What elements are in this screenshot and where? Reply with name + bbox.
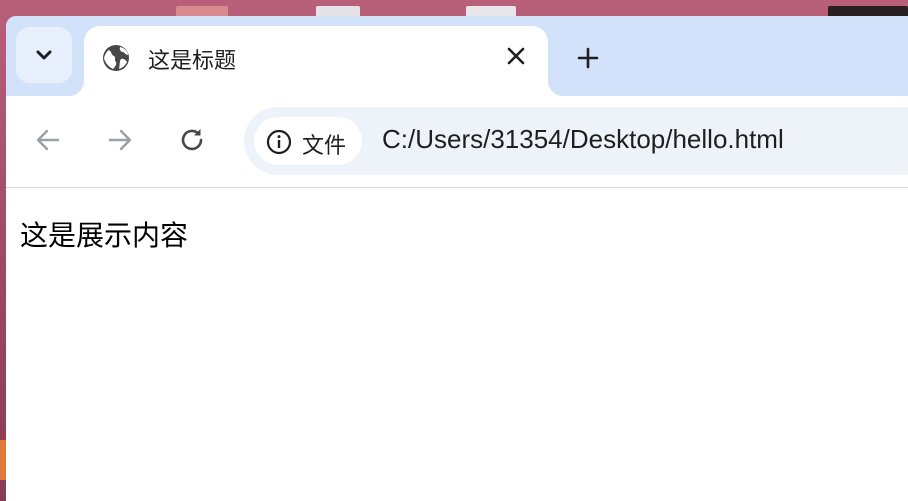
arrow-right-icon (108, 129, 132, 151)
tab-strip: 这是标题 (6, 16, 908, 96)
arrow-left-icon (36, 129, 60, 151)
address-bar[interactable]: 文件 C:/Users/31354/Desktop/hello.html (244, 107, 908, 175)
new-tab-button[interactable] (568, 38, 608, 78)
toolbar: 文件 C:/Users/31354/Desktop/hello.html (6, 96, 908, 188)
chevron-down-icon (36, 50, 52, 60)
tab-close-button[interactable] (500, 40, 532, 72)
reload-icon (181, 129, 203, 151)
tab-search-button[interactable] (16, 27, 72, 83)
page-body-text: 这是展示内容 (20, 219, 189, 252)
tab-active[interactable]: 这是标题 (68, 26, 564, 96)
site-info-chip[interactable]: 文件 (254, 117, 362, 165)
info-icon (266, 129, 292, 155)
reload-button[interactable] (170, 118, 214, 162)
plus-icon (577, 47, 599, 69)
site-info-label: 文件 (302, 134, 347, 159)
tab-title: 这是标题 (148, 49, 237, 74)
url-text[interactable]: C:/Users/31354/Desktop/hello.html (382, 124, 784, 155)
forward-button[interactable] (98, 118, 142, 162)
close-icon (507, 47, 525, 65)
browser-window: 这是标题 文件 C:/Users/31354/Desktop/hello.htm… (6, 16, 908, 501)
back-button[interactable] (26, 118, 70, 162)
globe-icon (103, 45, 129, 71)
page-content: 这是展示内容 (6, 188, 908, 501)
